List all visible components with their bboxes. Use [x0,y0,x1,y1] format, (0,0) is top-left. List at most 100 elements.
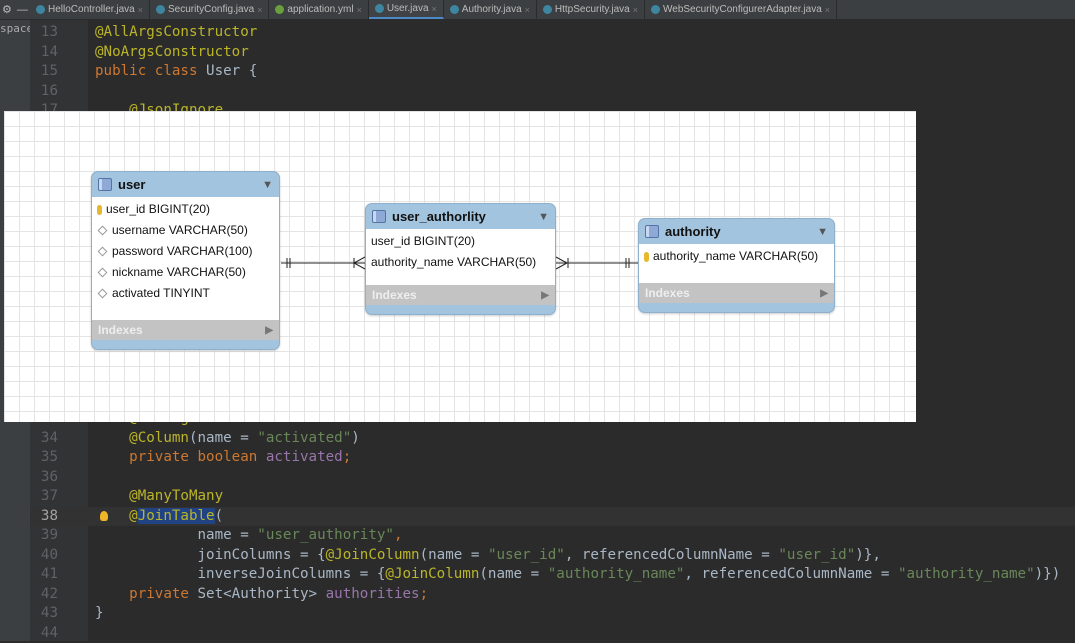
tab-label: User.java [387,3,429,14]
yml-icon [275,5,284,14]
table-icon [645,225,659,238]
code-line[interactable]: 37 @ManyToMany [30,487,1075,507]
code-line[interactable]: 40 joinColumns = {@JoinColumn(name = "us… [30,546,1075,566]
code-token: )}) [1035,566,1061,582]
close-icon[interactable]: × [138,5,143,15]
table-user[interactable]: user▼user_id BIGINT(20)username VARCHAR(… [91,171,280,350]
line-number: 42 [36,585,58,605]
code-line[interactable]: 34 @Column(name = "activated") [30,429,1075,449]
tab-application-yml[interactable]: application.yml × [269,0,368,19]
code-token: "user_authority" [257,527,394,543]
column-label: user_id BIGINT(20) [106,199,210,220]
code-text: } [95,604,104,624]
code-token: ; [420,586,429,602]
table-column[interactable]: username VARCHAR(50) [92,220,279,241]
code-line[interactable]: 13@AllArgsConstructor [30,23,1075,43]
tab-httpsecurity-java[interactable]: HttpSecurity.java× [537,0,645,19]
line-number: 13 [36,23,58,43]
table-column[interactable]: password VARCHAR(100) [92,241,279,262]
indexes-section[interactable]: Indexes ▶ [92,320,279,340]
collapse-icon[interactable]: — [17,4,28,16]
collapse-triangle-icon[interactable]: ▼ [817,226,828,238]
indexes-section[interactable]: Indexes ▶ [639,283,834,303]
code-token: private boolean [95,449,266,465]
line-number: 40 [36,546,58,566]
line-number: 15 [36,62,58,82]
tab-label: WebSecurityConfigurerAdapter.java [663,4,822,15]
close-icon[interactable]: × [825,5,830,15]
tab-label: application.yml [287,4,353,15]
class-icon [450,5,459,14]
table-columns: user_id BIGINT(20)authority_name VARCHAR… [366,229,555,285]
code-line[interactable]: 39 name = "user_authority", [30,526,1075,546]
table-column[interactable]: authority_name VARCHAR(50) [366,252,555,273]
line-number: 43 [36,604,58,624]
code-token: ( [215,508,224,524]
indexes-section[interactable]: Indexes▶ [366,285,555,305]
table-column[interactable]: user_id BIGINT(20) [92,199,279,220]
code-token: @ManyToMany [95,488,223,504]
code-line[interactable]: 41 inverseJoinColumns = {@JoinColumn(nam… [30,565,1075,585]
close-icon[interactable]: × [257,5,262,15]
collapse-triangle-icon[interactable]: ▼ [262,179,273,191]
close-icon[interactable]: × [633,5,638,15]
table-footer [366,305,555,314]
code-token: @ [95,508,138,524]
close-icon[interactable]: × [432,4,437,14]
line-number: 34 [36,429,58,449]
code-token: , referencedColumnName = [684,566,898,582]
gear-icon[interactable]: ⚙ [2,3,12,16]
expand-arrow-icon[interactable]: ▶ [820,288,828,299]
code-line[interactable]: 42 private Set<Authority> authorities; [30,585,1075,605]
tab-user-java[interactable]: User.java× [369,0,444,19]
code-line[interactable]: 16 [30,82,1075,102]
close-icon[interactable]: × [357,5,362,15]
code-token: (name = [420,547,488,563]
code-editor-bottom[interactable]: 33 @JsonIgnore34 @Column(name = "activat… [30,409,1075,643]
expand-arrow-icon[interactable]: ▶ [265,325,273,336]
code-token: private [95,586,198,602]
column-label: username VARCHAR(50) [112,220,248,241]
table-header[interactable]: authority▼ [639,219,834,244]
close-icon[interactable]: × [525,5,530,15]
code-line[interactable]: 38 @JoinTable( [30,507,1075,527]
table-column[interactable]: user_id BIGINT(20) [366,231,555,252]
tab-securityconfig-java[interactable]: SecurityConfig.java× [150,0,269,19]
code-token: Set<Authority> [198,586,326,602]
column-diamond-icon [98,289,108,299]
code-line[interactable]: 15public class User { [30,62,1075,82]
code-token: @Column [95,430,189,446]
tab-websecurityconfigureradapter-java[interactable]: WebSecurityConfigurerAdapter.java× [645,0,837,19]
code-text: inverseJoinColumns = {@JoinColumn(name =… [95,565,1060,585]
code-token: "authority_name" [898,566,1035,582]
tab-authority-java[interactable]: Authority.java× [444,0,537,19]
expand-arrow-icon[interactable]: ▶ [541,290,549,301]
class-icon [36,5,45,14]
primary-key-icon [97,205,102,215]
indexes-label: Indexes [645,286,690,300]
column-label: authority_name VARCHAR(50) [653,246,818,267]
table-column[interactable]: authority_name VARCHAR(50) [639,246,834,267]
table-column[interactable]: nickname VARCHAR(50) [92,262,279,283]
code-token: inverseJoinColumns = { [95,566,385,582]
table-user_authorlity[interactable]: user_authorlity▼user_id BIGINT(20)author… [365,203,556,315]
column-diamond-icon [98,268,108,278]
table-authority[interactable]: authority▼authority_name VARCHAR(50) Inde… [638,218,835,313]
code-token: User { [206,63,257,79]
class-icon [651,5,660,14]
code-text: @Column(name = "activated") [95,429,360,449]
collapse-triangle-icon[interactable]: ▼ [538,211,549,223]
table-column[interactable]: activated TINYINT [92,283,279,304]
code-line[interactable]: 14@NoArgsConstructor [30,43,1075,63]
tab-hellocontroller-java[interactable]: HelloController.java× [30,0,150,19]
code-editor-top[interactable]: 13@AllArgsConstructor14@NoArgsConstructo… [30,23,1075,121]
code-line[interactable]: 44 [30,624,1075,643]
code-line[interactable]: 36 [30,468,1075,488]
code-line[interactable]: 35 private boolean activated; [30,448,1075,468]
tool-buttons[interactable]: ⚙— [0,0,30,19]
code-line[interactable]: 43} [30,604,1075,624]
indexes-label: Indexes [98,323,143,337]
table-header[interactable]: user_authorlity▼ [366,204,555,229]
code-token: "user_id" [488,547,565,563]
table-header[interactable]: user▼ [92,172,279,197]
